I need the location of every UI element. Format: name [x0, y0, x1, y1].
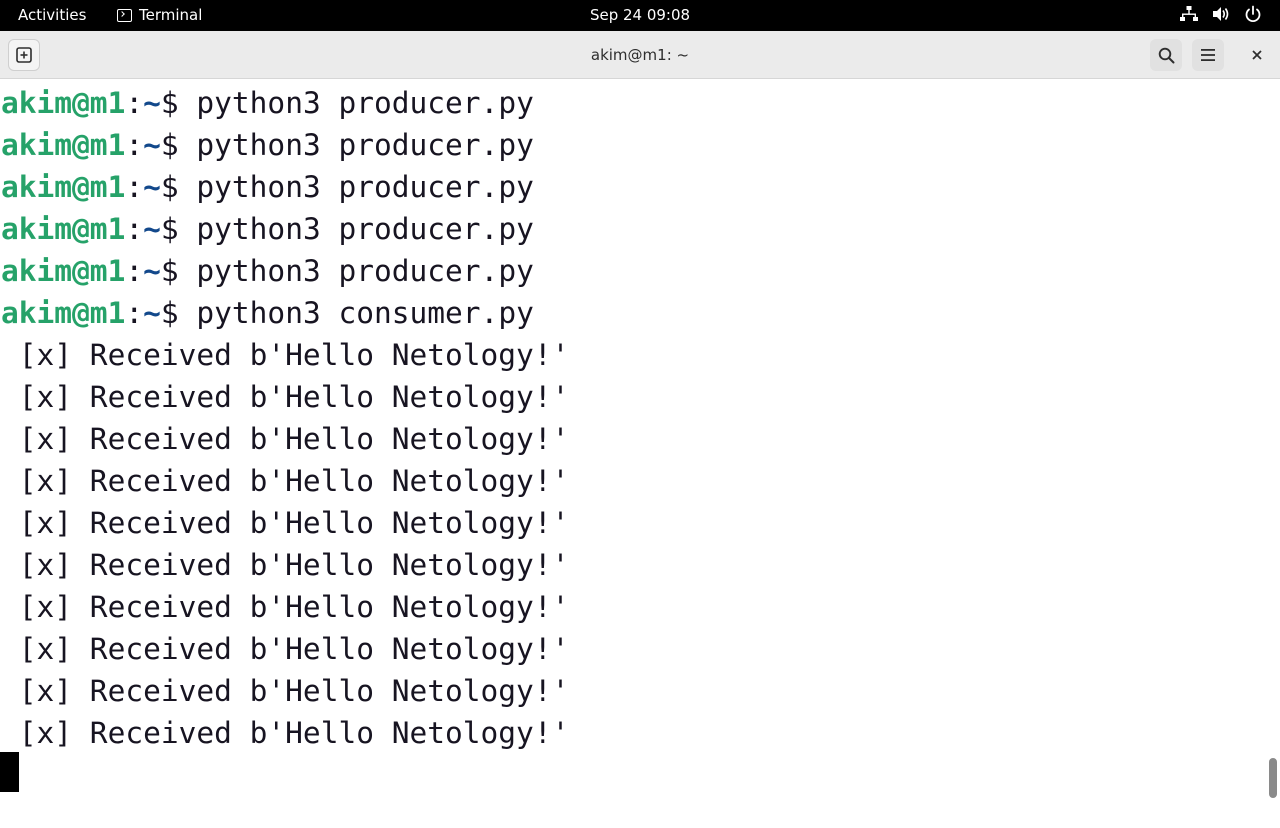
scrollbar-thumb[interactable] [1269, 758, 1277, 798]
prompt-dollar: $ [160, 128, 197, 162]
command-text: python3 producer.py [196, 86, 534, 120]
prompt-path: ~ [143, 296, 161, 330]
output-line: [x] Received b'Hello Netology!' [1, 632, 570, 666]
search-icon [1158, 47, 1174, 63]
command-text: python3 producer.py [196, 212, 534, 246]
clock[interactable]: Sep 24 09:08 [0, 6, 1280, 24]
prompt-dollar: $ [160, 296, 197, 330]
output-line: [x] Received b'Hello Netology!' [1, 506, 570, 540]
output-line: [x] Received b'Hello Netology!' [1, 674, 570, 708]
prompt-colon: : [125, 128, 144, 162]
menu-icon [1201, 49, 1215, 61]
power-icon[interactable] [1244, 5, 1262, 23]
top-bar: Activities Terminal Sep 24 09:08 [0, 0, 1280, 31]
output-line: [x] Received b'Hello Netology!' [1, 464, 570, 498]
terminal-prompt-line: akim@m1:~$ python3 producer.py [1, 208, 534, 250]
prompt-colon: : [125, 212, 144, 246]
prompt-colon: : [125, 170, 144, 204]
prompt-path: ~ [143, 212, 161, 246]
prompt-colon: : [125, 296, 144, 330]
menu-button[interactable] [1192, 39, 1224, 71]
terminal-prompt-line: akim@m1:~$ python3 producer.py [1, 124, 534, 166]
system-tray[interactable] [1180, 5, 1262, 23]
output-line: [x] Received b'Hello Netology!' [1, 380, 570, 414]
prompt-user-host: akim@m1 [1, 212, 126, 246]
prompt-dollar: $ [160, 254, 197, 288]
output-line: [x] Received b'Hello Netology!' [1, 338, 570, 372]
terminal-header-bar: akim@m1: ~ [0, 31, 1280, 79]
prompt-dollar: $ [160, 212, 197, 246]
prompt-colon: : [125, 86, 144, 120]
prompt-path: ~ [143, 170, 161, 204]
terminal-output[interactable]: akim@m1:~$ python3 producer.py akim@m1:~… [0, 80, 1266, 800]
prompt-user-host: akim@m1 [1, 170, 126, 204]
command-text: python3 consumer.py [196, 296, 534, 330]
prompt-user-host: akim@m1 [1, 86, 126, 120]
scrollbar[interactable] [1266, 80, 1280, 800]
prompt-dollar: $ [160, 170, 197, 204]
prompt-path: ~ [143, 86, 161, 120]
terminal-prompt-line: akim@m1:~$ python3 consumer.py [1, 292, 534, 334]
terminal-prompt-line: akim@m1:~$ python3 producer.py [1, 250, 534, 292]
prompt-dollar: $ [160, 86, 197, 120]
terminal-prompt-line: akim@m1:~$ python3 producer.py [1, 166, 534, 208]
window-title: akim@m1: ~ [590, 46, 690, 64]
command-text: python3 producer.py [196, 254, 534, 288]
prompt-user-host: akim@m1 [1, 128, 126, 162]
output-line: [x] Received b'Hello Netology!' [1, 716, 570, 750]
prompt-path: ~ [143, 254, 161, 288]
text-cursor [0, 752, 19, 792]
search-button[interactable] [1150, 39, 1182, 71]
command-text: python3 producer.py [196, 128, 534, 162]
prompt-path: ~ [143, 128, 161, 162]
output-line: [x] Received b'Hello Netology!' [1, 548, 570, 582]
prompt-user-host: akim@m1 [1, 296, 126, 330]
terminal-prompt-line: akim@m1:~$ python3 producer.py [1, 82, 534, 124]
output-line: [x] Received b'Hello Netology!' [1, 422, 570, 456]
output-line: [x] Received b'Hello Netology!' [1, 590, 570, 624]
network-icon[interactable] [1180, 5, 1198, 23]
command-text: python3 producer.py [196, 170, 534, 204]
prompt-user-host: akim@m1 [1, 254, 126, 288]
close-button[interactable] [1241, 39, 1273, 71]
volume-icon[interactable] [1212, 5, 1230, 23]
prompt-colon: : [125, 254, 144, 288]
close-icon [1252, 50, 1262, 60]
